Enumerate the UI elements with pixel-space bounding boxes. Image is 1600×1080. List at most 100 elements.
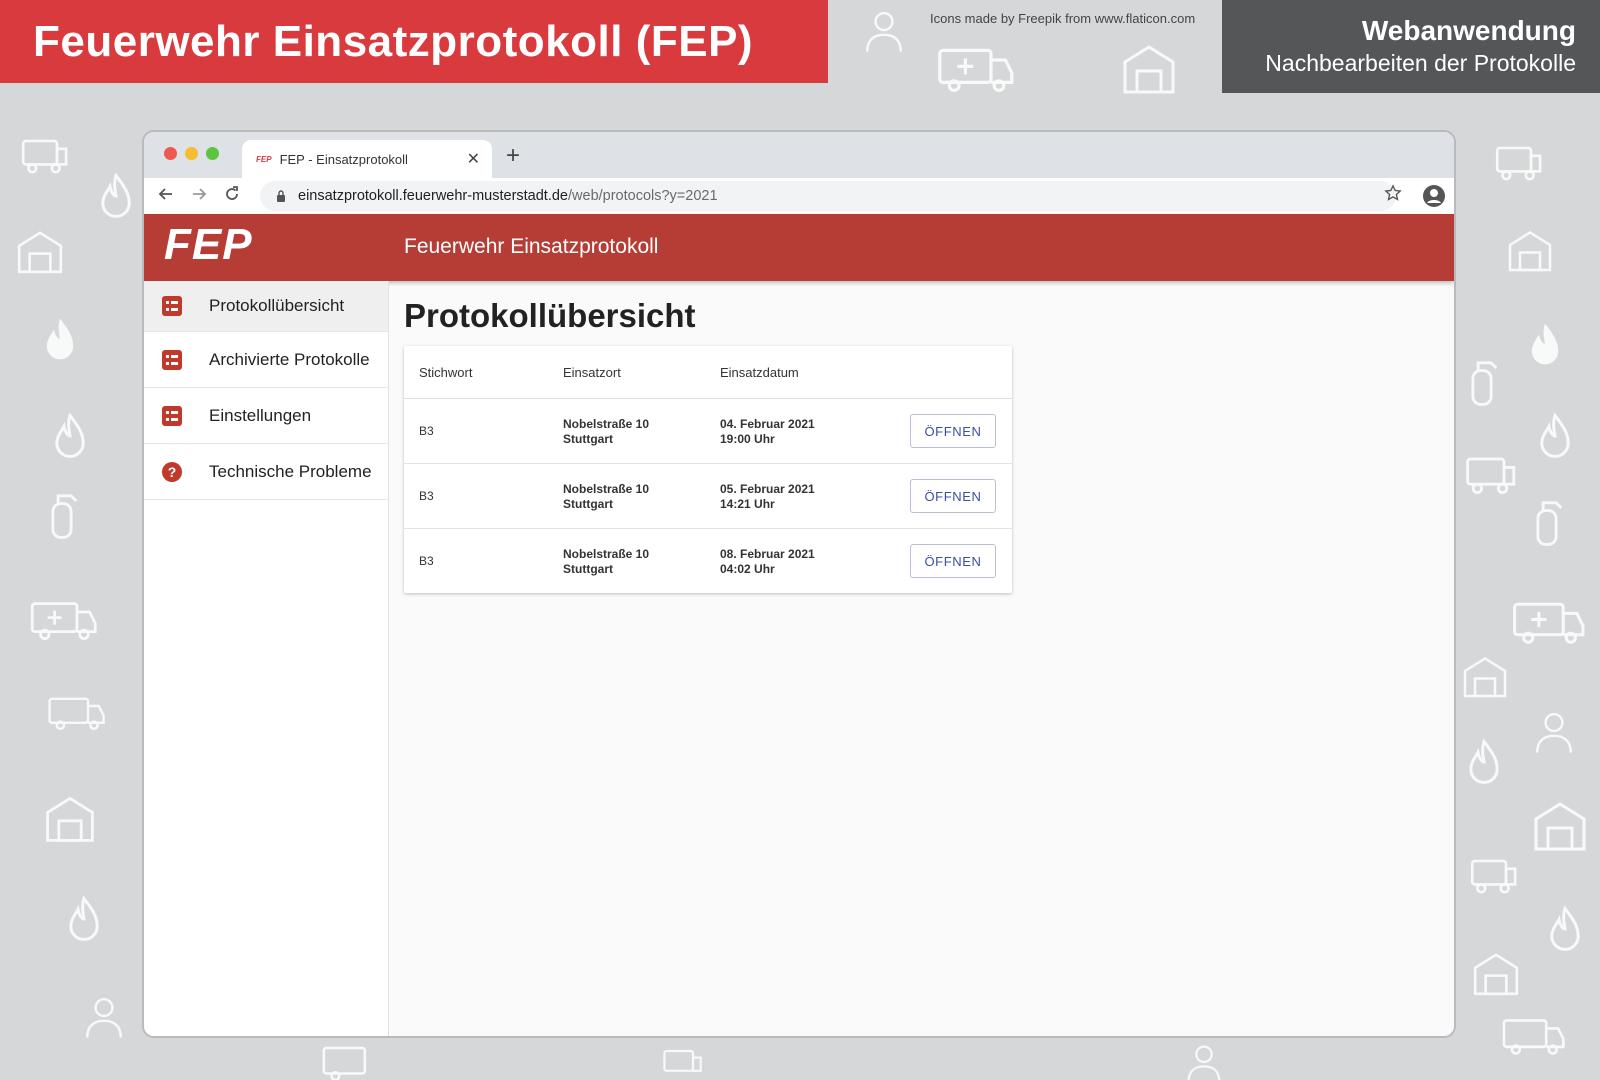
bookmark-star-icon[interactable]: [1384, 184, 1402, 202]
flame-icon: [55, 412, 85, 458]
close-window-button[interactable]: [164, 147, 177, 160]
url-path: /web/protocols?y=2021: [568, 188, 718, 204]
cell-einsatzort: Nobelstraße 10 Stuttgart: [563, 547, 649, 577]
flame-icon: [1550, 905, 1580, 951]
list-icon: [162, 349, 182, 370]
subtitle-banner: Webanwendung Nachbearbeiten der Protokol…: [1222, 0, 1600, 93]
url-host: einsatzprotokoll.feuerwehr-musterstadt.d…: [298, 188, 568, 204]
cell-stichwort: B3: [419, 424, 434, 438]
maximize-window-button[interactable]: [206, 147, 219, 160]
tab-close-icon[interactable]: ✕: [467, 149, 480, 169]
page-title: Protokollübersicht: [404, 297, 696, 334]
banner-title: Feuerwehr Einsatzprotokoll (FEP): [33, 16, 754, 66]
cell-einsatzort-street: Nobelstraße 10: [563, 547, 650, 561]
browser-window: FEP FEP - Einsatzprotokoll ✕ + einsatzpr…: [142, 130, 1456, 1038]
subtitle-line-1: Webanwendung: [1361, 15, 1576, 46]
fire-station-icon: [46, 796, 94, 842]
reload-icon[interactable]: [222, 184, 242, 204]
forward-arrow-icon[interactable]: [189, 184, 209, 204]
cell-einsatzdatum-date: 08. Februar 2021: [720, 547, 815, 561]
flame-icon: [46, 318, 74, 360]
open-protocol-button[interactable]: ÖFFNEN: [910, 414, 996, 448]
column-header-stichwort: Stichwort: [419, 365, 473, 380]
column-header-einsatzdatum: Einsatzdatum: [720, 365, 799, 380]
fire-station-icon: [1463, 657, 1507, 698]
app-header: FEP Feuerwehr Einsatzprotokoll: [144, 214, 1454, 281]
ambulance-icon: [938, 48, 1014, 92]
cell-einsatzdatum: 04. Februar 2021 19:00 Uhr: [720, 417, 815, 447]
icon-credit: Icons made by Freepik from www.flaticon.…: [930, 11, 1196, 26]
table-row: B3 Nobelstraße 10 Stuttgart 08. Februar 2…: [404, 529, 1012, 593]
app-logo[interactable]: FEP: [164, 220, 253, 270]
help-icon: ?: [162, 461, 182, 482]
cell-stichwort: B3: [419, 554, 434, 568]
fire-station-icon: [1473, 953, 1519, 996]
extinguisher-icon: [51, 494, 78, 539]
fire-station-icon: [1534, 802, 1586, 851]
sidebar: Protokollübersicht Archivierte Protokoll…: [144, 281, 389, 1036]
column-header-einsatzort: Einsatzort: [563, 365, 621, 380]
open-protocol-button[interactable]: ÖFFNEN: [910, 544, 996, 578]
cell-einsatzdatum-time: 19:00 Uhr: [720, 432, 775, 446]
browser-tab[interactable]: FEP FEP - Einsatzprotokoll ✕: [242, 140, 492, 178]
cell-einsatzdatum-time: 04:02 Uhr: [720, 562, 775, 576]
flame-icon: [69, 895, 99, 941]
flame-icon: [1531, 323, 1559, 365]
extinguisher-icon: [1471, 361, 1498, 406]
sidebar-item-einstellungen[interactable]: Einstellungen: [144, 388, 388, 444]
cell-einsatzdatum-date: 05. Februar 2021: [720, 482, 815, 496]
ambulance-icon: [30, 602, 97, 641]
cell-einsatzort-city: Stuttgart: [563, 497, 613, 511]
open-protocol-button[interactable]: ÖFFNEN: [910, 479, 996, 513]
extinguisher-icon: [1536, 501, 1563, 546]
flame-icon: [1469, 738, 1499, 784]
cell-einsatzdatum: 08. Februar 2021 04:02 Uhr: [720, 547, 815, 577]
cell-einsatzort-city: Stuttgart: [563, 562, 613, 576]
firefighter-icon: [866, 12, 902, 52]
flame-icon: [1540, 412, 1570, 458]
cell-stichwort: B3: [419, 489, 434, 503]
cell-einsatzort: Nobelstraße 10 Stuttgart: [563, 417, 649, 447]
cell-einsatzort-city: Stuttgart: [563, 432, 613, 446]
flame-icon: [101, 172, 131, 218]
address-bar[interactable]: einsatzprotokoll.feuerwehr-musterstadt.d…: [260, 181, 1396, 211]
fire-station-icon: [1508, 231, 1552, 272]
ambulance-icon: [322, 1046, 367, 1080]
subtitle-line-2: Nachbearbeiten der Protokolle: [1265, 50, 1576, 76]
firefighter-icon: [1536, 713, 1572, 753]
firefighter-icon: [86, 998, 122, 1038]
lock-icon: [277, 190, 285, 202]
new-tab-button[interactable]: +: [506, 142, 520, 170]
profile-icon[interactable]: [1422, 184, 1446, 208]
fire-truck-icon: [663, 1049, 702, 1072]
list-icon: [162, 296, 182, 316]
cell-einsatzort: Nobelstraße 10 Stuttgart: [563, 482, 649, 512]
fire-truck-icon: [1495, 146, 1542, 181]
table-row: B3 Nobelstraße 10 Stuttgart 04. Februar 2…: [404, 399, 1012, 464]
list-icon: [162, 405, 182, 426]
tab-favicon: FEP: [256, 154, 272, 164]
fire-station-icon: [1123, 45, 1175, 94]
fire-truck-icon: [1466, 457, 1516, 494]
firefighter-icon: [1187, 1045, 1221, 1080]
table-header: Stichwort Einsatzort Einsatzdatum: [404, 346, 1012, 399]
sidebar-item-label: Archivierte Protokolle: [209, 349, 370, 369]
fire-truck-icon: [1470, 859, 1517, 894]
sidebar-item-label: Technische Probleme: [209, 461, 372, 481]
sidebar-item-label: Einstellungen: [209, 405, 312, 425]
sidebar-item-archivierte-protokolle[interactable]: Archivierte Protokolle: [144, 332, 388, 388]
sidebar-item-technische-probleme[interactable]: ? Technische Probleme: [144, 444, 388, 500]
ambulance-icon: [48, 697, 105, 730]
sidebar-item-protokolluebersicht[interactable]: Protokollübersicht: [144, 281, 388, 332]
cell-einsatzdatum-date: 04. Februar 2021: [720, 417, 815, 431]
fire-station-icon: [17, 231, 63, 274]
minimize-window-button[interactable]: [185, 147, 198, 160]
cell-einsatzort-street: Nobelstraße 10: [563, 417, 650, 431]
cell-einsatzort-street: Nobelstraße 10: [563, 482, 650, 496]
protocol-table: Stichwort Einsatzort Einsatzdatum B3 Nob…: [404, 346, 1012, 593]
title-banner: Feuerwehr Einsatzprotokoll (FEP): [0, 0, 828, 83]
sidebar-item-label: Protokollübersicht: [209, 296, 345, 315]
ambulance-icon: [1502, 1019, 1565, 1055]
back-arrow-icon[interactable]: [156, 184, 176, 204]
tab-title: FEP - Einsatzprotokoll: [279, 151, 408, 167]
